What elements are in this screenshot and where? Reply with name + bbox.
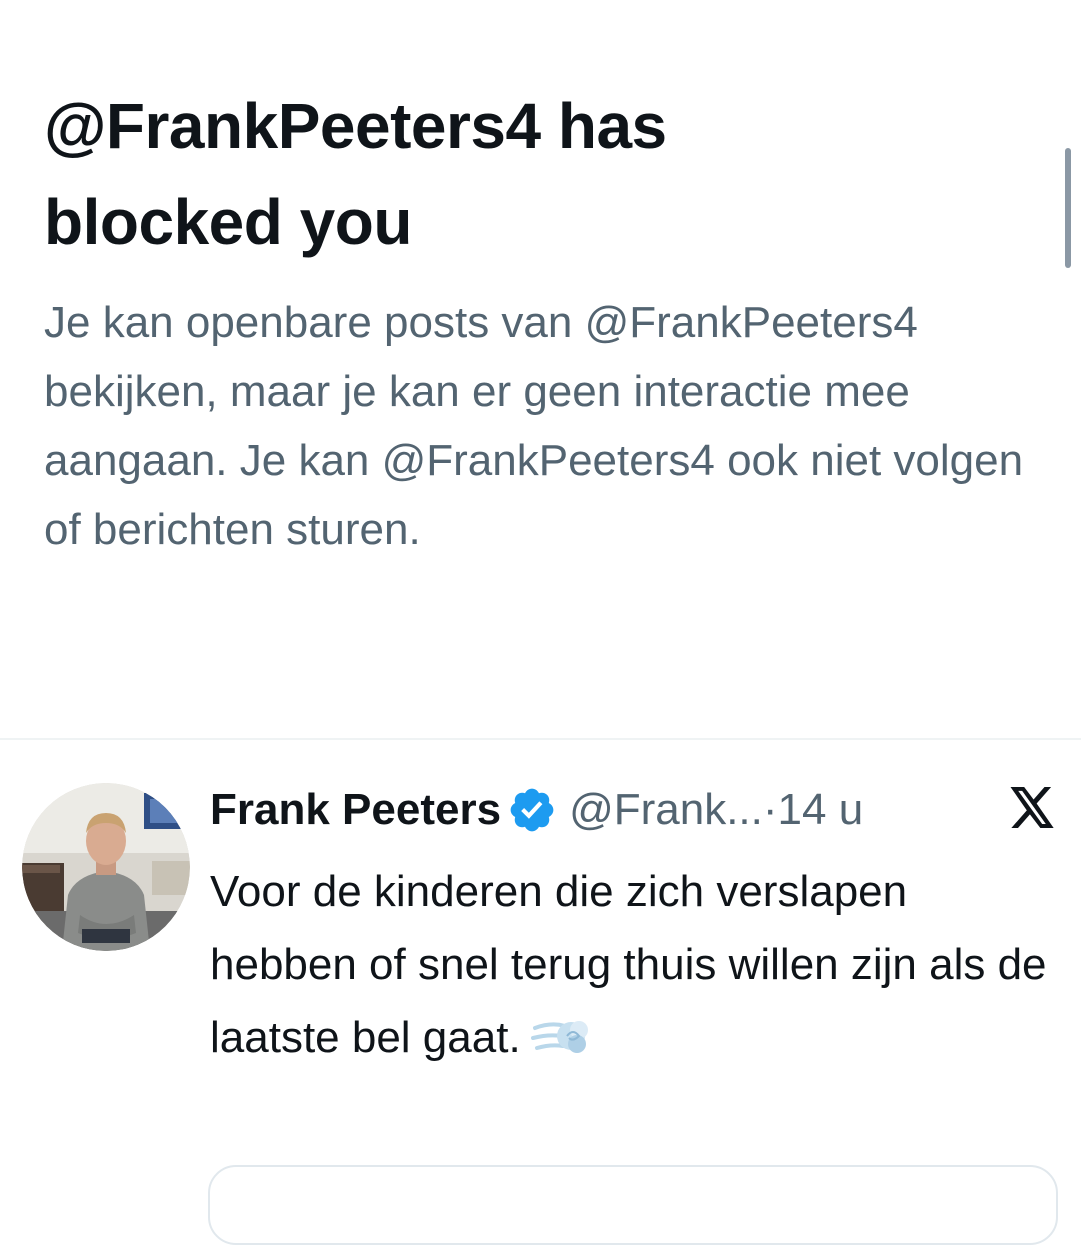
- separator-dot: ·: [762, 785, 778, 834]
- divider: [0, 738, 1081, 740]
- scrollbar-thumb[interactable]: [1065, 148, 1071, 268]
- blocked-notice: @FrankPeeters4 has blocked you Je kan op…: [44, 78, 1044, 564]
- post-header: Frank Peeters @Frank... · 14 u: [210, 778, 1070, 842]
- blocked-description: Je kan openbare posts van @FrankPeeters4…: [44, 298, 1024, 554]
- post-text: Voor de kinderen die zich verslapen hebb…: [210, 855, 1050, 1074]
- dashing-away-emoji-icon: [530, 1021, 588, 1053]
- post-time[interactable]: 14 u: [778, 785, 864, 835]
- x-logo-icon: [1010, 787, 1054, 828]
- post-text-body: Voor de kinderen die zich verslapen hebb…: [210, 867, 1047, 1062]
- avatar[interactable]: [22, 783, 190, 951]
- author-handle[interactable]: @Frank...: [569, 785, 763, 835]
- author-name[interactable]: Frank Peeters: [210, 785, 501, 835]
- verified-badge-icon: [510, 788, 554, 832]
- media-card[interactable]: [208, 1165, 1058, 1245]
- blocked-title: @FrankPeeters4 has blocked you: [44, 90, 667, 258]
